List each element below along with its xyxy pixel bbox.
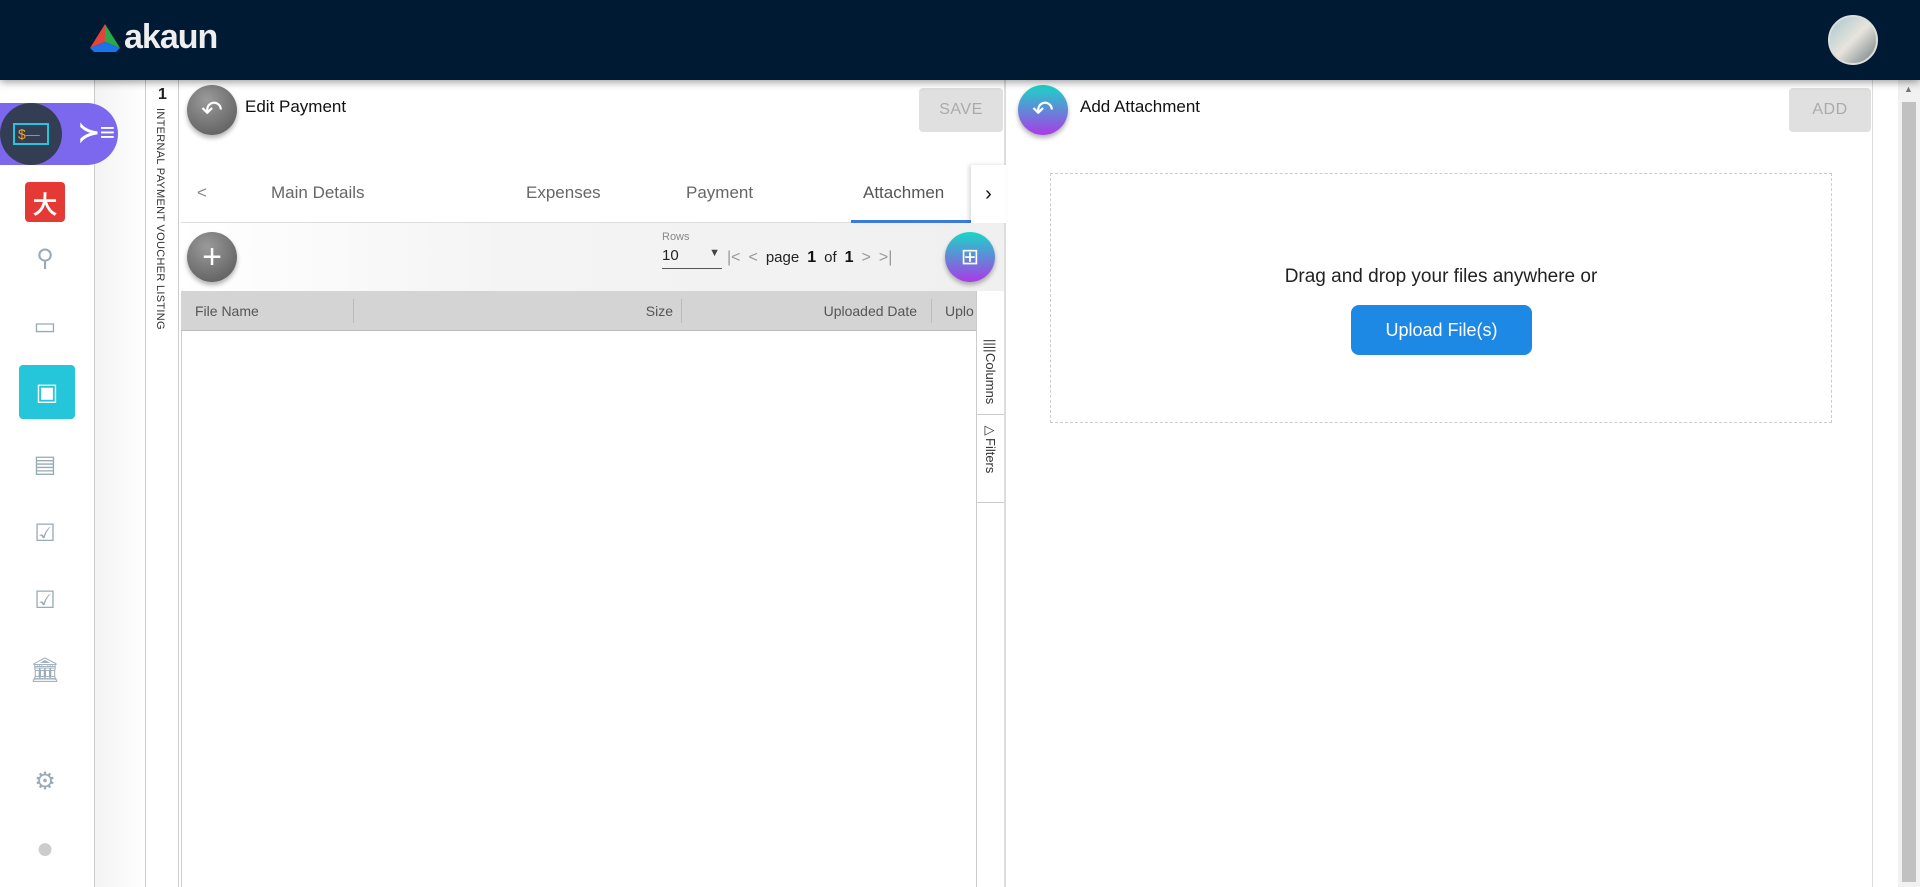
plus-icon: + (202, 237, 222, 276)
menu-expand-icon: ≻≡ (78, 117, 115, 147)
person-icon[interactable]: ⚲ (25, 238, 65, 278)
total-pages: 1 (844, 249, 854, 266)
upload-files-button[interactable]: Upload File(s) (1351, 305, 1532, 355)
columns-tab[interactable]: |||| Columns (977, 331, 1004, 415)
add-button[interactable]: + (187, 232, 237, 282)
prev-page-icon[interactable]: < (749, 249, 758, 267)
table-body (181, 331, 976, 887)
listing-count: 1 (158, 86, 167, 103)
back-arrow-icon: ↶ (201, 94, 223, 125)
breadcrumb-strip[interactable]: 1 INTERNAL PAYMENT VOUCHER LISTING (146, 80, 179, 887)
back-arrow-icon: ↶ (1032, 94, 1054, 125)
grid-side-panel: |||| Columns ▷ Filters (976, 291, 1004, 887)
rows-select[interactable]: 10 ▼ (662, 247, 722, 269)
table-header: File Name Size Uploaded Date Uplo (181, 291, 976, 331)
page-label: page (765, 249, 800, 266)
of-label: of (824, 249, 837, 266)
profile-icon[interactable]: ● (25, 829, 65, 869)
columns-icon: |||| (983, 339, 998, 353)
scrollbar-thumb[interactable] (1902, 102, 1916, 882)
grid-view-button[interactable]: ⊞ (945, 232, 995, 282)
edit-payment-panel: ↶ Edit Payment SAVE < Main Details Expen… (179, 80, 1006, 887)
filter-icon: ▷ (983, 423, 998, 438)
tab-bar: < Main Details Expenses Payment Attachme… (181, 165, 1006, 223)
receipt-icon[interactable]: ▤ (25, 444, 65, 484)
rows-label: Rows (662, 231, 690, 243)
column-uploaded-date[interactable]: Uploaded Date (781, 303, 917, 319)
current-page: 1 (807, 249, 817, 266)
app-logo-icon[interactable]: 大 (25, 182, 65, 222)
tab-scroll-right-icon[interactable]: › (971, 165, 1006, 223)
filters-tab[interactable]: ▷ Filters (977, 415, 1004, 503)
checklist-icon[interactable]: ☑ (25, 513, 65, 553)
tab-expenses[interactable]: Expenses (526, 183, 601, 203)
column-uploaded-by[interactable]: Uplo (945, 303, 974, 319)
back-button[interactable]: ↶ (1018, 85, 1068, 135)
sidebar-divider (95, 80, 146, 887)
next-page-icon[interactable]: > (862, 249, 871, 267)
app-logo[interactable]: akaun (124, 18, 218, 57)
back-button[interactable]: ↶ (187, 85, 237, 135)
page-scrollbar[interactable]: ▲ (1898, 80, 1920, 887)
app-switcher-icon[interactable]: $— (0, 103, 62, 165)
card-icon[interactable]: ▭ (25, 306, 65, 346)
column-size[interactable]: Size (553, 303, 673, 319)
last-page-icon[interactable]: >| (879, 249, 893, 267)
tab-main-details[interactable]: Main Details (271, 183, 365, 203)
akaun-logo-icon (90, 24, 120, 52)
file-dropzone[interactable]: Drag and drop your files anywhere or Upl… (1050, 173, 1832, 423)
chevron-down-icon: ▼ (709, 247, 720, 259)
save-button[interactable]: SAVE (919, 88, 1003, 132)
bank-icon[interactable]: 🏛 (25, 650, 65, 690)
checklist-icon[interactable]: ☑ (25, 580, 65, 620)
payment-voucher-icon[interactable]: ▣ (19, 365, 75, 419)
user-avatar[interactable] (1828, 15, 1878, 65)
panel-title: Add Attachment (1080, 97, 1201, 116)
tab-attachments[interactable]: Attachmen (863, 183, 944, 203)
add-attachment-panel: ↶ Add Attachment ADD Drag and drop your … (1006, 80, 1873, 887)
settings-icon[interactable]: ⚙ (25, 761, 65, 801)
page-title: Edit Payment (245, 97, 347, 116)
column-file-name[interactable]: File Name (195, 303, 259, 319)
grid-toolbar: + Rows 10 ▼ |< < page 1 of 1 > >| ⊞ (179, 223, 1004, 291)
add-button[interactable]: ADD (1789, 88, 1871, 132)
sidebar: 大 ⚲ ▭ ▣ ▤ ☑ ☑ 🏛 ⚙ ● (0, 80, 95, 887)
first-page-icon[interactable]: |< (727, 249, 741, 267)
tab-scroll-left-icon[interactable]: < (197, 183, 207, 203)
scroll-up-icon[interactable]: ▲ (1904, 84, 1913, 94)
dropzone-text: Drag and drop your files anywhere or (1284, 266, 1598, 287)
listing-label[interactable]: INTERNAL PAYMENT VOUCHER LISTING (154, 108, 166, 330)
top-header: akaun (0, 0, 1920, 80)
tab-payment[interactable]: Payment (686, 183, 753, 203)
grid-icon: ⊞ (960, 244, 980, 269)
